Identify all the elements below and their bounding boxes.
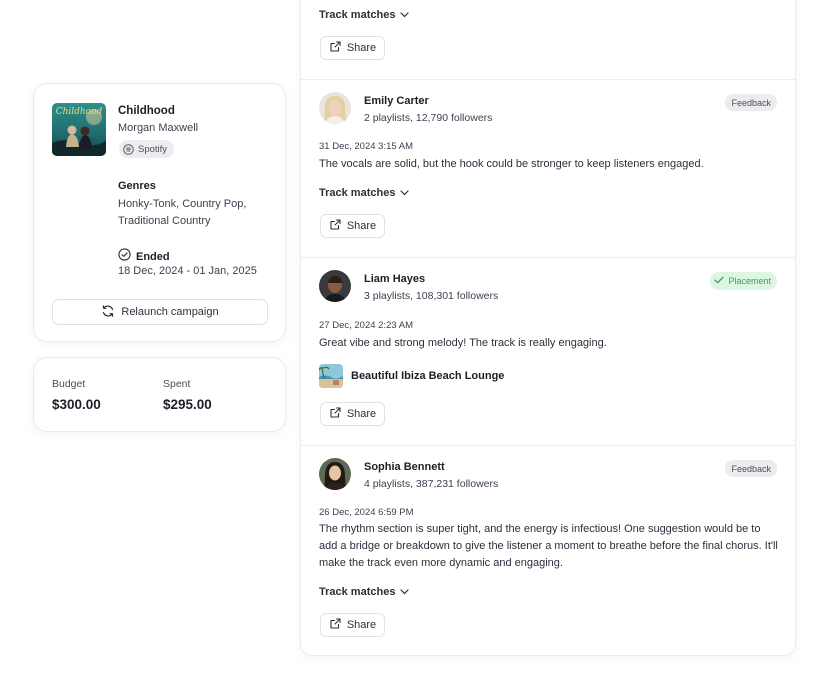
divider <box>301 257 795 258</box>
feedback-badge: Feedback <box>725 94 777 111</box>
divider <box>301 445 795 446</box>
review-comment: Great vibe and strong melody! The track … <box>319 337 607 349</box>
share-button[interactable]: Share <box>320 613 385 637</box>
platform-badge: Spotify <box>119 140 175 158</box>
status-label: Ended <box>136 251 170 263</box>
share-button[interactable]: Share <box>320 402 385 426</box>
spotify-icon <box>123 143 134 155</box>
playlist-name: Beautiful Ibiza Beach Lounge <box>351 370 505 382</box>
campaign-status: Ended <box>118 248 170 266</box>
track-matches-toggle[interactable]: Track matches <box>319 187 410 199</box>
budget-stat: Budget $300.00 <box>52 378 101 412</box>
share-label: Share <box>346 619 377 631</box>
track-matches-toggle[interactable]: Track matches <box>319 9 410 21</box>
share-icon <box>329 617 342 633</box>
share-label: Share <box>346 42 377 54</box>
artist-name: Morgan Maxwell <box>118 122 199 134</box>
share-icon <box>329 218 342 234</box>
share-icon <box>329 40 342 56</box>
curator-name: Emily Carter <box>364 95 429 107</box>
share-label: Share <box>346 408 377 420</box>
campaign-date-range: 18 Dec, 2024 - 01 Jan, 2025 <box>118 265 257 277</box>
platform-label: Spotify <box>138 143 168 155</box>
chevron-down-icon <box>400 586 410 598</box>
divider <box>301 79 795 80</box>
playlist-thumbnail <box>319 364 343 388</box>
relaunch-label: Relaunch campaign <box>121 306 219 318</box>
curator-name: Sophia Bennett <box>364 461 445 473</box>
cover-title-text: Childhood <box>56 107 103 117</box>
reviews-feed: Track matches Share Emily Carter 2 playl… <box>300 0 796 656</box>
track-matches-label: Track matches <box>319 9 396 21</box>
share-label: Share <box>346 220 377 232</box>
curator-stats: 4 playlists, 387,231 followers <box>364 478 499 490</box>
album-cover: Childhood <box>52 103 106 156</box>
avatar <box>319 92 351 124</box>
refresh-icon <box>101 304 115 321</box>
spent-stat: Spent $295.00 <box>163 378 212 412</box>
placement-label: Placement <box>728 276 771 286</box>
share-button[interactable]: Share <box>320 214 385 238</box>
spent-value: $295.00 <box>163 397 212 412</box>
budget-label: Budget <box>52 378 86 390</box>
review-timestamp: 26 Dec, 2024 6:59 PM <box>319 507 414 518</box>
avatar <box>319 270 351 302</box>
track-title: Childhood <box>118 105 175 117</box>
track-matches-toggle[interactable]: Track matches <box>319 586 410 598</box>
review-comment: The rhythm section is super tight, and t… <box>319 523 778 569</box>
curator-stats: 3 playlists, 108,301 followers <box>364 290 499 302</box>
spent-label: Spent <box>163 378 191 390</box>
genres-heading: Genres <box>118 180 156 192</box>
budget-card: Budget $300.00 Spent $295.00 <box>33 357 286 432</box>
feedback-badge: Feedback <box>725 460 777 477</box>
share-icon <box>329 406 342 422</box>
relaunch-campaign-button[interactable]: Relaunch campaign <box>52 299 268 325</box>
chevron-down-icon <box>400 187 410 199</box>
track-matches-label: Track matches <box>319 586 396 598</box>
budget-value: $300.00 <box>52 397 101 412</box>
placed-playlist[interactable]: Beautiful Ibiza Beach Lounge <box>319 364 504 388</box>
chevron-down-icon <box>400 9 410 21</box>
avatar <box>319 458 351 490</box>
campaign-card: Childhood Childhood Morgan Maxwell Spoti… <box>33 83 286 342</box>
genres-list: Honky-Tonk, Country Pop, Traditional Cou… <box>118 198 247 227</box>
check-circle-icon <box>118 248 131 266</box>
track-matches-label: Track matches <box>319 187 396 199</box>
share-button[interactable]: Share <box>320 36 385 60</box>
review-timestamp: 31 Dec, 2024 3:15 AM <box>319 141 414 152</box>
review-timestamp: 27 Dec, 2024 2:23 AM <box>319 320 414 331</box>
curator-name: Liam Hayes <box>364 273 426 285</box>
check-icon <box>714 276 725 286</box>
curator-stats: 2 playlists, 12,790 followers <box>364 112 493 124</box>
review-comment: The vocals are solid, but the hook could… <box>319 158 704 170</box>
placement-badge: Placement <box>710 272 777 290</box>
